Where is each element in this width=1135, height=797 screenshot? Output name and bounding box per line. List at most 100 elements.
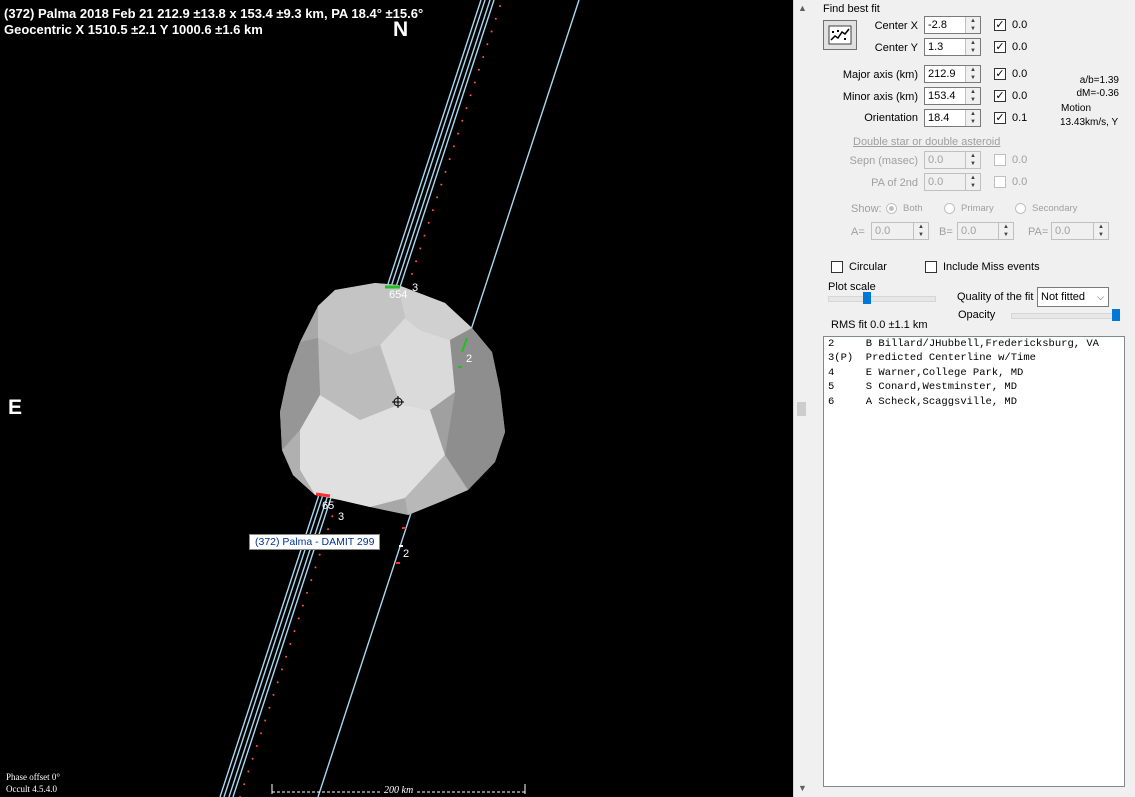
plot-scale-slider[interactable]: [863, 292, 871, 304]
predicted-dot: [482, 56, 485, 58]
version-label: Occult 4.5.4.0: [6, 784, 57, 794]
predicted-dot: [415, 260, 418, 263]
chord-label-top-654: 654: [389, 289, 407, 301]
predicted-dot: [431, 209, 434, 212]
radio-secondary-label: Secondary: [1032, 203, 1078, 214]
center-x-checkbox[interactable]: ✓: [994, 19, 1006, 31]
major-axis-checkbox[interactable]: ✓: [994, 68, 1006, 80]
orientation-check-value: 0.1: [1012, 112, 1028, 124]
circular-label: Circular: [849, 261, 887, 273]
opacity-slider[interactable]: [1112, 309, 1120, 321]
quality-dropdown[interactable]: Not fitted ⌵: [1037, 287, 1109, 307]
pa2-check-value: 0.0: [1012, 176, 1028, 188]
find-best-fit-label: Find best fit: [823, 3, 880, 15]
minor-axis-label: Minor axis (km): [842, 91, 918, 103]
radio-both-label: Both: [903, 203, 923, 214]
east-label: E: [8, 396, 23, 419]
predicted-dot: [465, 107, 468, 110]
scroll-up-icon[interactable]: ▲: [794, 0, 811, 17]
motion-value: 13.43km/s, Y: [1060, 117, 1119, 128]
radio-both[interactable]: [886, 203, 897, 214]
orientation-checkbox[interactable]: ✓: [994, 112, 1006, 124]
predicted-dot: [419, 247, 422, 250]
a-spinner[interactable]: 0.0 ▲ ▼: [871, 222, 929, 240]
predicted-dot: [448, 158, 451, 161]
plot-title-line1: (372) Palma 2018 Feb 21 212.9 ±13.8 x 15…: [4, 6, 424, 21]
center-x-check-value: 0.0: [1012, 19, 1028, 31]
quality-label: Quality of the fit: [957, 291, 1034, 303]
chevron-down-icon: ⌵: [1097, 292, 1104, 302]
predicted-dot: [478, 68, 480, 71]
orientation-spinner[interactable]: 18.4 ▲ ▼: [924, 109, 981, 127]
chord-label-top-3: 3: [412, 282, 418, 294]
predicted-dot: [457, 132, 460, 135]
pa-label: PA=: [1028, 226, 1049, 238]
center-y-checkbox[interactable]: ✓: [994, 41, 1006, 53]
predicted-dot: [251, 757, 254, 760]
predicted-dot: [264, 719, 267, 722]
scroll-down-icon[interactable]: ▼: [794, 780, 811, 797]
predicted-dot: [268, 706, 271, 709]
major-axis-label: Major axis (km): [842, 69, 918, 81]
b-spinner[interactable]: 0.0 ▲ ▼: [957, 222, 1014, 240]
scroll-thumb[interactable]: [797, 402, 806, 416]
pa-spinner[interactable]: 0.0 ▲ ▼: [1051, 222, 1109, 240]
list-item[interactable]: 5 S Conard,Westminster, MD: [824, 380, 1124, 394]
north-label: N: [393, 18, 409, 41]
opacity-track: [1011, 313, 1119, 319]
list-item[interactable]: 6 A Scheck,Scaggsville, MD: [824, 395, 1124, 409]
list-item[interactable]: 4 E Warner,College Park, MD: [824, 366, 1124, 380]
vertical-scrollbar[interactable]: ▲ ▼: [793, 0, 811, 797]
pa2-spinner[interactable]: 0.0 ▲ ▼: [924, 173, 981, 191]
shape-model-label: (372) Palma - DAMIT 299: [249, 534, 381, 550]
predicted-dot: [285, 655, 288, 658]
rms-fit: RMS fit 0.0 ±1.1 km: [831, 319, 928, 331]
list-item[interactable]: 2 B Billard/JHubbell,Fredericksburg, VA: [824, 337, 1124, 351]
predicted-dot: [473, 81, 476, 84]
pa2-label: PA of 2nd: [871, 177, 918, 189]
pa2-checkbox[interactable]: [994, 176, 1006, 188]
sepn-spinner[interactable]: 0.0 ▲ ▼: [924, 151, 981, 169]
predicted-dot: [440, 183, 443, 186]
predicted-dot: [276, 681, 279, 684]
minor-axis-spinner[interactable]: 153.4 ▲ ▼: [924, 87, 981, 105]
predicted-dot: [427, 221, 430, 224]
occultation-plot[interactable]: 654 3 2 65 3 2 (372) Palma 2018 Feb 21 2…: [0, 0, 793, 797]
b-label: B=: [939, 226, 953, 238]
motion-label: Motion: [1061, 103, 1092, 114]
center-y-check-value: 0.0: [1012, 41, 1028, 53]
scale-label: 200 km: [382, 785, 416, 796]
include-miss-label: Include Miss events: [943, 261, 1040, 273]
predicted-dot: [260, 732, 262, 735]
predicted-dot: [297, 617, 300, 620]
phase-offset: Phase offset 0°: [6, 772, 60, 782]
double-star-link[interactable]: Double star or double asteroid: [853, 136, 1000, 148]
predicted-dot: [494, 17, 497, 20]
predicted-dot: [486, 43, 489, 46]
include-miss-checkbox[interactable]: [925, 261, 937, 273]
predicted-dot: [272, 693, 275, 696]
major-axis-spinner[interactable]: 212.9 ▲ ▼: [924, 65, 981, 83]
list-item[interactable]: 3(P) Predicted Centerline w/Time: [824, 351, 1124, 365]
predicted-dot: [452, 145, 455, 148]
observer-list[interactable]: 2 B Billard/JHubbell,Fredericksburg, VA …: [823, 336, 1125, 787]
circular-checkbox[interactable]: [831, 261, 843, 273]
sepn-label: Sepn (masec): [849, 155, 918, 167]
radio-primary[interactable]: [944, 203, 955, 214]
plot-title-line2: Geocentric X 1510.5 ±2.1 Y 1000.6 ±1.6 k…: [4, 22, 263, 37]
predicted-dot: [499, 5, 501, 7]
a-label: A=: [851, 226, 865, 238]
minor-axis-checkbox[interactable]: ✓: [994, 90, 1006, 102]
predicted-dot: [327, 528, 330, 531]
plot-canvas: 654 3 2 65 3 2: [219, 0, 580, 797]
sepn-checkbox[interactable]: [994, 154, 1006, 166]
radio-secondary[interactable]: [1015, 203, 1026, 214]
delta-magnitude: dM=-0.36: [1076, 88, 1119, 99]
predicted-dot: [280, 668, 283, 671]
chord-label-bottom-2: 2: [403, 548, 409, 560]
predicted-dot: [410, 272, 413, 275]
predicted-dot: [331, 515, 334, 518]
show-label: Show:: [851, 203, 882, 215]
center-y-spinner[interactable]: 1.3 ▲ ▼: [924, 38, 981, 56]
center-x-spinner[interactable]: -2.8 ▲ ▼: [924, 16, 981, 34]
